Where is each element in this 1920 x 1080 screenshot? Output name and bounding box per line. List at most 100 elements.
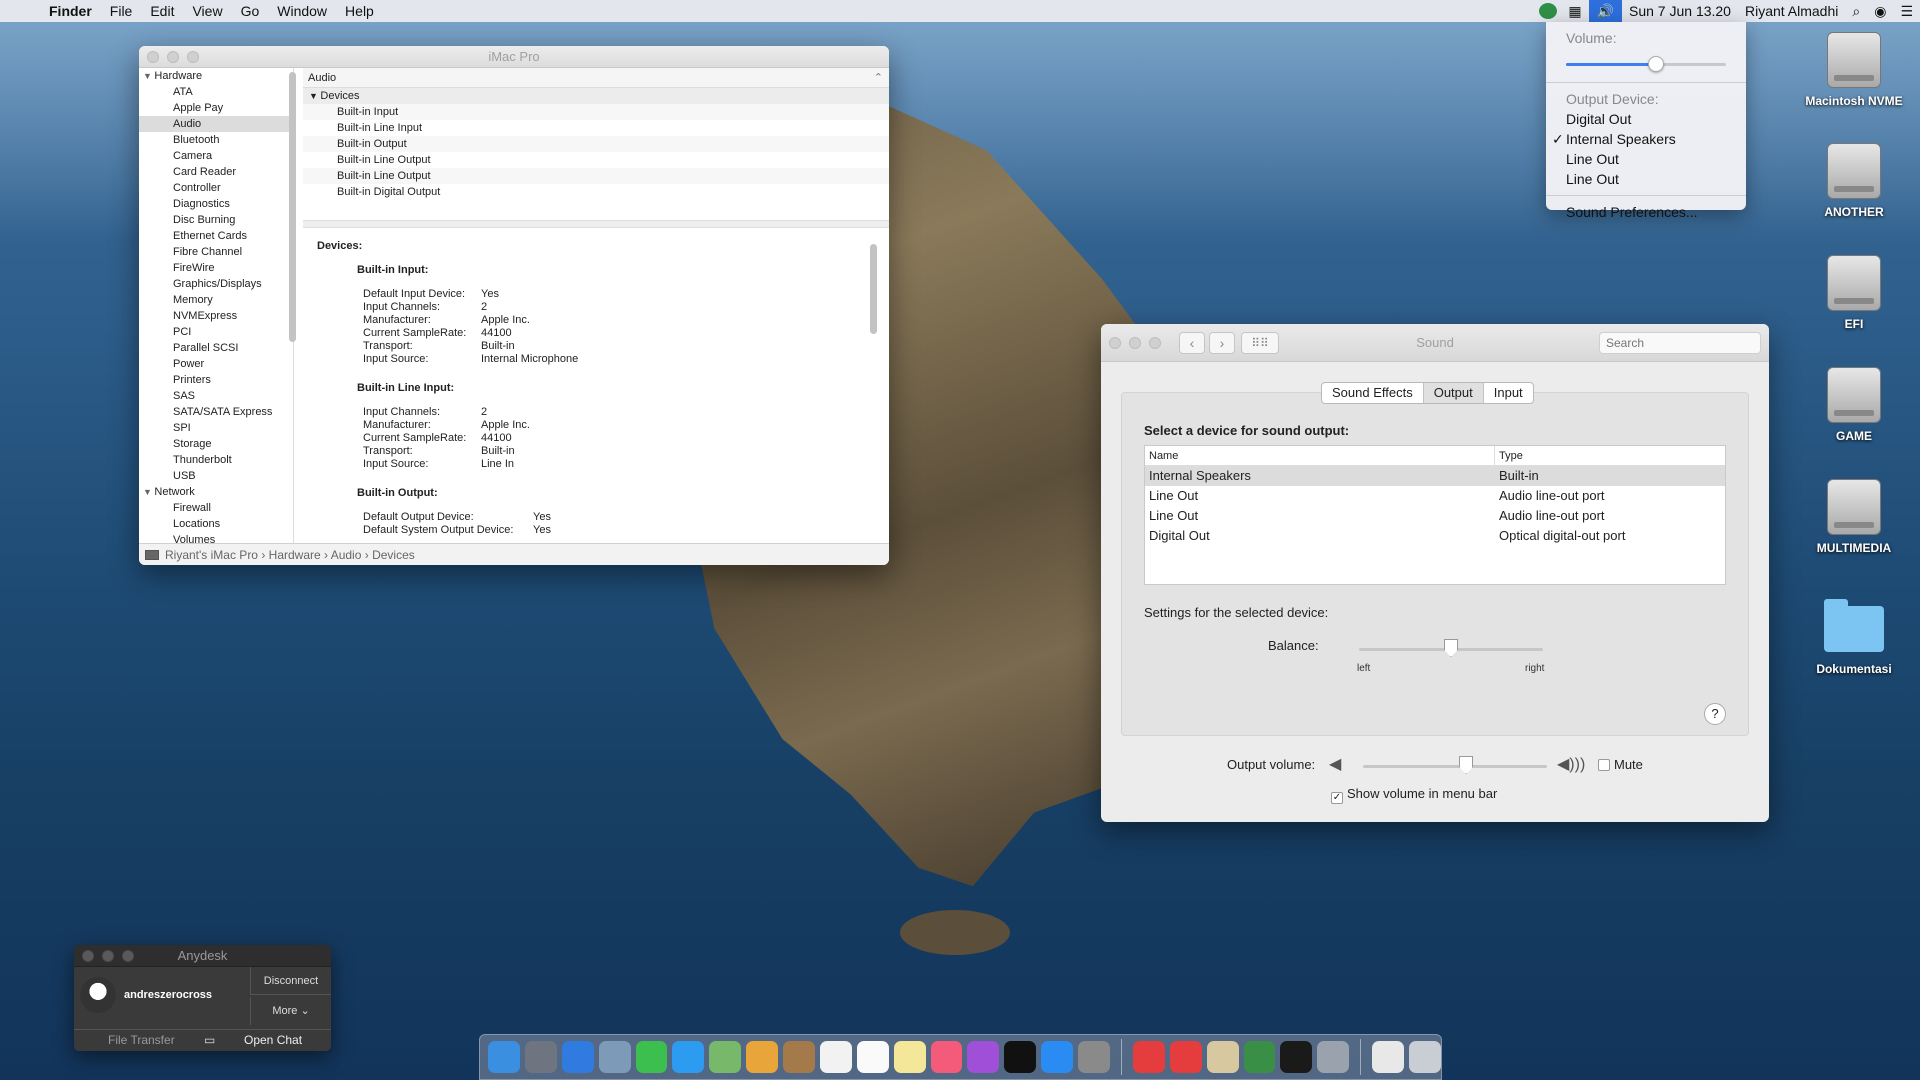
mute-checkbox[interactable]: Mute [1598, 757, 1643, 772]
device-list-item[interactable]: Built-in Line Output [303, 152, 889, 168]
checkbox-box[interactable] [1598, 759, 1610, 771]
documents-stack-icon[interactable] [1372, 1041, 1404, 1073]
terminal-icon[interactable] [1280, 1041, 1313, 1073]
contacts-icon[interactable] [783, 1041, 815, 1073]
system-information-icon[interactable] [1317, 1041, 1350, 1073]
sidebar-item-firewall[interactable]: Firewall [139, 500, 293, 516]
globe-status-icon[interactable] [1539, 3, 1558, 19]
sidebar-item-ethernet-cards[interactable]: Ethernet Cards [139, 228, 293, 244]
device-list-item[interactable]: Built-in Input [303, 104, 889, 120]
apple-tv-icon[interactable] [1004, 1041, 1037, 1073]
path-devices[interactable]: Devices [372, 548, 415, 562]
sidebar-item-controller[interactable]: Controller [139, 180, 293, 196]
anydesk-titlebar[interactable]: Anydesk [74, 945, 331, 967]
menu-volume-slider[interactable] [1566, 54, 1726, 74]
devices-group[interactable]: Devices [303, 88, 889, 104]
show-volume-checkbox[interactable]: ✓ Show volume in menu bar [1331, 786, 1497, 804]
user-name[interactable]: Riyant Almadhi [1738, 3, 1845, 19]
output-item-digital-out[interactable]: Digital Out [1546, 109, 1746, 129]
desktop-drive-macintosh-nvme[interactable]: Macintosh NVME [1794, 32, 1914, 108]
menu-file[interactable]: File [101, 3, 142, 19]
desktop-drive-multimedia[interactable]: MULTIMEDIA [1794, 479, 1914, 555]
sidebar-item-pci[interactable]: PCI [139, 324, 293, 340]
sidebar-item-power[interactable]: Power [139, 356, 293, 372]
reminders-icon[interactable] [856, 1041, 889, 1073]
help-button[interactable]: ? [1704, 703, 1726, 725]
network-utility-icon[interactable] [1243, 1041, 1276, 1073]
sidebar-item-memory[interactable]: Memory [139, 292, 293, 308]
path-hardware[interactable]: Hardware [269, 548, 321, 562]
system-preferences-icon[interactable] [1078, 1041, 1110, 1073]
notification-center-icon[interactable]: ☰ [1893, 3, 1920, 20]
device-list-item[interactable]: Built-in Output [303, 136, 889, 152]
device-list-item[interactable]: Built-in Digital Output [303, 184, 889, 200]
detail-scrollbar[interactable] [870, 244, 877, 334]
trash-icon[interactable] [1409, 1041, 1441, 1073]
output-item-line-out-2[interactable]: Line Out [1546, 169, 1746, 189]
siri-icon[interactable]: ◉ [1867, 3, 1893, 20]
desktop-folder-dokumentasi[interactable]: Dokumentasi [1794, 598, 1914, 676]
table-row[interactable]: Digital Out Optical digital-out port [1145, 526, 1725, 546]
safari-icon[interactable] [561, 1041, 594, 1073]
sidebar-item-printers[interactable]: Printers [139, 372, 293, 388]
finder-icon[interactable] [488, 1041, 520, 1073]
volume-menu-icon[interactable]: 🔊 [1588, 0, 1622, 22]
table-row[interactable]: Line Out Audio line-out port [1145, 486, 1725, 506]
desktop-drive-efi[interactable]: EFI [1794, 255, 1914, 331]
sidebar-item-audio[interactable]: Audio [139, 116, 293, 132]
desktop-drive-another[interactable]: ANOTHER [1794, 143, 1914, 219]
sidebar-item-usb[interactable]: USB [139, 468, 293, 484]
spotlight-search-icon[interactable]: ⌕ [1845, 3, 1867, 20]
more-button[interactable]: More ⌄ [250, 997, 331, 1025]
back-button[interactable]: ‹ [1179, 332, 1205, 354]
menu-app-finder[interactable]: Finder [40, 3, 101, 19]
zoom-button[interactable] [122, 950, 134, 962]
disconnect-button[interactable]: Disconnect [250, 967, 331, 995]
search-input[interactable] [1599, 332, 1761, 354]
output-item-line-out-1[interactable]: Line Out [1546, 149, 1746, 169]
open-chat-button[interactable]: Open Chat [244, 1033, 302, 1047]
sidebar-item-sas[interactable]: SAS [139, 388, 293, 404]
close-button[interactable] [82, 950, 94, 962]
messages-icon[interactable] [672, 1041, 705, 1073]
output-item-internal-speakers[interactable]: ✓ Internal Speakers [1546, 129, 1746, 149]
sidebar-item-nvmexpress[interactable]: NVMExpress [139, 308, 293, 324]
sidebar-group-network[interactable]: Network [139, 484, 293, 500]
sidebar-item-diagnostics[interactable]: Diagnostics [139, 196, 293, 212]
table-row[interactable]: Internal Speakers Built-in [1145, 466, 1725, 486]
zoom-button[interactable] [1149, 337, 1161, 349]
minimize-button[interactable] [1129, 337, 1141, 349]
sidebar-item-ata[interactable]: ATA [139, 84, 293, 100]
menu-help[interactable]: Help [336, 3, 383, 19]
minimize-button[interactable] [167, 51, 179, 63]
column-name[interactable]: Name [1145, 446, 1495, 465]
menu-window[interactable]: Window [268, 3, 336, 19]
file-transfer-button[interactable]: File Transfer [108, 1033, 175, 1047]
sidebar-item-volumes[interactable]: Volumes [139, 532, 293, 543]
anydesk-icon[interactable] [1132, 1041, 1165, 1073]
clock[interactable]: Sun 7 Jun 13.20 [1622, 3, 1738, 19]
close-button[interactable] [147, 51, 159, 63]
close-button[interactable] [1109, 337, 1121, 349]
checkbox-checked[interactable]: ✓ [1331, 792, 1343, 804]
menu-view[interactable]: View [183, 3, 231, 19]
app-store-icon[interactable] [1041, 1041, 1073, 1073]
tab-input[interactable]: Input [1484, 383, 1533, 403]
device-list-item[interactable]: Built-in Line Output [303, 168, 889, 184]
show-all-grid-icon[interactable]: ⠿⠿ [1241, 332, 1279, 354]
menu-edit[interactable]: Edit [141, 3, 183, 19]
minimize-button[interactable] [102, 950, 114, 962]
maps-icon[interactable] [709, 1041, 742, 1073]
path-computer[interactable]: Riyant's iMac Pro [165, 548, 258, 562]
zoom-button[interactable] [187, 51, 199, 63]
balance-slider[interactable] [1359, 639, 1543, 659]
mail-icon[interactable] [598, 1041, 631, 1073]
split-divider[interactable] [303, 220, 889, 228]
activity-monitor-icon[interactable]: ▦ [1561, 3, 1588, 20]
sidebar-item-firewire[interactable]: FireWire [139, 260, 293, 276]
sidebar-scrollbar[interactable] [289, 72, 296, 342]
forward-button[interactable]: › [1209, 332, 1235, 354]
sound-preferences-item[interactable]: Sound Preferences... [1546, 202, 1746, 222]
sidebar-item-fibre-channel[interactable]: Fibre Channel [139, 244, 293, 260]
anydesk-connection-icon[interactable] [1169, 1041, 1202, 1073]
